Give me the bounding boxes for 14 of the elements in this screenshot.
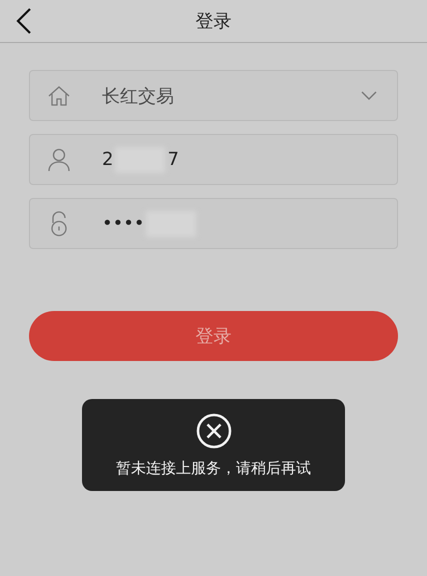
close-circle-icon bbox=[196, 412, 232, 448]
username-field[interactable]: 2 7 bbox=[29, 134, 398, 185]
password-field[interactable]: •••• bbox=[29, 198, 398, 249]
user-icon bbox=[48, 148, 70, 172]
page-title: 登录 bbox=[196, 10, 232, 33]
home-icon bbox=[47, 84, 71, 108]
chevron-down-icon bbox=[361, 90, 377, 100]
username-end: 7 bbox=[167, 149, 179, 170]
broker-select[interactable]: 长红交易 bbox=[29, 70, 398, 121]
unlocked-lock-icon bbox=[50, 210, 68, 236]
broker-name: 长红交易 bbox=[102, 84, 174, 108]
username-start: 2 bbox=[102, 149, 114, 170]
password-dots: •••• bbox=[102, 213, 144, 234]
error-message: 暂未连接上服务，请稍后再试 bbox=[116, 458, 311, 478]
